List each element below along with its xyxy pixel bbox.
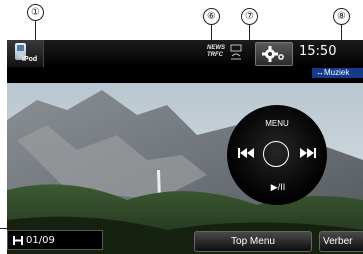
callout-8: ⑧ <box>333 8 350 25</box>
skip-back-icon[interactable] <box>237 147 255 159</box>
broadcast-icons <box>230 44 242 60</box>
chapter-icon <box>13 236 23 245</box>
callout-7: ⑦ <box>241 8 258 25</box>
callout-1: ① <box>27 4 44 21</box>
head-unit-screen: iPod NEWS TRFC 15:50 ↔Muziek MENU ▶/II 0… <box>7 40 363 254</box>
menu-button[interactable]: MENU <box>227 119 327 128</box>
source-tab-music[interactable]: ↔Muziek <box>312 68 363 78</box>
source-ipod-button[interactable]: iPod <box>7 40 44 67</box>
play-pause-button[interactable]: ▶/II <box>267 181 289 193</box>
chapter-number: 01/09 <box>26 235 55 246</box>
clock: 15:50 <box>299 44 337 59</box>
verberg-button[interactable]: Verber <box>319 231 363 252</box>
callout-6: ⑥ <box>203 8 220 25</box>
chapter-indicator: 01/09 <box>7 230 103 250</box>
settings-button[interactable] <box>255 42 293 66</box>
chapter-pointer <box>0 228 7 253</box>
source-label: iPod <box>22 56 38 63</box>
skip-forward-icon[interactable] <box>299 147 317 159</box>
top-menu-button[interactable]: Top Menu <box>194 231 312 252</box>
center-select-button[interactable] <box>263 141 289 167</box>
dvd-control-pad: MENU ▶/II <box>227 105 327 205</box>
gear-icon <box>262 46 284 62</box>
status-bar: iPod NEWS TRFC 15:50 <box>7 40 363 67</box>
